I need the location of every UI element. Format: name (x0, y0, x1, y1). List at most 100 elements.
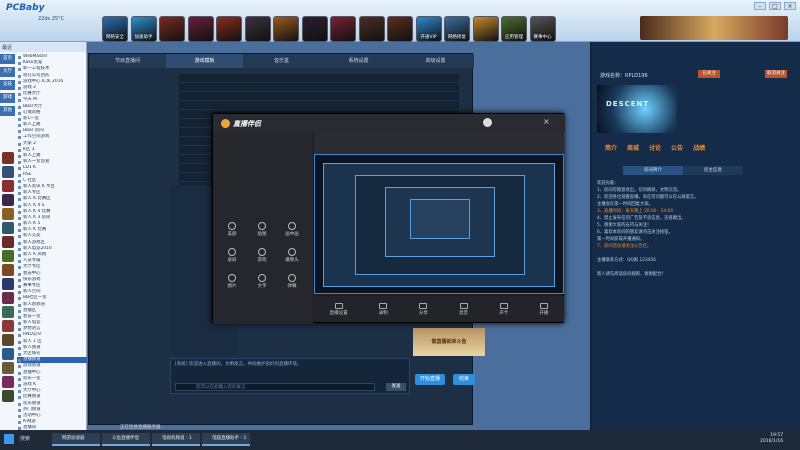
description-line (597, 264, 792, 271)
app-tile[interactable] (244, 16, 271, 42)
room-tab[interactable]: 讨论 (649, 143, 661, 155)
send-button[interactable]: 发送 (386, 383, 406, 391)
game-icon[interactable] (2, 348, 14, 360)
game-icon[interactable] (2, 306, 14, 318)
promo-banner[interactable] (640, 16, 788, 40)
game-icon[interactable] (2, 334, 14, 346)
menu-item-icon (288, 248, 296, 256)
bottom-button-icon (459, 302, 468, 309)
game-icon[interactable] (2, 236, 14, 248)
assistant-bottom-button[interactable]: 声卡 (499, 302, 508, 316)
sidebar-tab[interactable]: 首页 (0, 54, 15, 64)
taskbar-task[interactable]: 电脑直播助手 - 1 (202, 433, 250, 446)
room-segment[interactable]: 房主信息 (683, 166, 743, 175)
assistant-bottom-button[interactable]: 直播设置 (330, 302, 348, 316)
game-icon[interactable] (2, 390, 14, 402)
unfollow-button[interactable]: 取消关注 (765, 70, 787, 78)
follow-button[interactable]: 已关注 (698, 70, 720, 78)
app-tile[interactable] (301, 16, 328, 42)
app-tile[interactable] (216, 16, 242, 42)
sidebar-tab[interactable]: 大厅 (0, 67, 15, 77)
chat-input[interactable]: 您可以在此输入您的发言 (175, 383, 375, 391)
room-segment[interactable]: 房间简介 (623, 166, 683, 175)
game-icon[interactable] (2, 320, 14, 332)
assistant-menu-item[interactable]: 游戏 (251, 248, 273, 263)
app-tile[interactable] (159, 16, 185, 42)
sidebar-tab[interactable]: 其他 (0, 106, 15, 116)
sidebar-tab[interactable]: 游戏 (0, 93, 15, 103)
app-tile[interactable] (273, 16, 299, 42)
assistant-bottom-button[interactable]: 混音 (459, 302, 468, 316)
maximize-button[interactable]: □ (769, 2, 781, 10)
assistant-menu-item[interactable]: 图片 (221, 274, 243, 289)
room-tab[interactable]: 战绩 (693, 143, 705, 155)
game-icon[interactable] (2, 292, 14, 304)
assistant-bottom-button[interactable]: 开播 (539, 302, 548, 316)
game-icon[interactable] (2, 264, 14, 276)
avatar[interactable] (483, 118, 492, 127)
assistant-bottom-button[interactable]: 录制 (379, 302, 388, 316)
sidebar-tab[interactable]: 竞技 (0, 80, 15, 90)
room-tabs: 简介 商城 讨论 公告 战绩 (597, 143, 797, 155)
close-button[interactable]: × (784, 2, 796, 10)
stop-button[interactable]: 结束 (453, 374, 475, 385)
start-live-button[interactable]: 开始直播 (415, 374, 445, 385)
game-icon[interactable] (2, 152, 14, 164)
game-icon[interactable] (2, 180, 14, 192)
studio-tab[interactable]: 节目直播间 (89, 54, 166, 68)
windows-start-icon[interactable] (4, 434, 14, 444)
top-toolbar: PCBaby 22ds 25°C 网络安全 加速助手 开通VIP 网络修复 应用管理 赛事… (0, 0, 800, 42)
app-tile[interactable] (187, 16, 214, 42)
close-icon[interactable]: × (543, 117, 550, 126)
description-line: 1、房间可随意进出，切勿刷屏，文明交流。 (597, 188, 682, 193)
taskbar-task[interactable]: 斗鱼直播伴侣 (102, 433, 150, 446)
game-icon[interactable] (2, 166, 14, 178)
game-icon[interactable] (2, 250, 14, 262)
assistant-menu-item[interactable]: 画中画 (281, 222, 303, 237)
game-icon[interactable] (2, 208, 14, 220)
app-tile[interactable]: 应用管理 (501, 16, 527, 42)
assistant-menu-item[interactable]: 文字 (251, 274, 273, 289)
app-tile[interactable] (387, 16, 413, 42)
room-tab[interactable]: 商城 (627, 143, 639, 155)
game-icon[interactable] (2, 222, 14, 234)
assistant-bottom-button[interactable]: 分享 (419, 302, 428, 316)
app-tile[interactable]: 网络安全 (102, 16, 128, 42)
studio-list-row[interactable] (179, 83, 459, 92)
taskbar-search[interactable]: 搜索 (20, 433, 48, 446)
channel-sidebar: 最近 首页 大厅 竞技 游戏 其他 WebMaster Koko黑鬼 新一工程技术 现在公司团… (0, 42, 87, 437)
clock-date: 2016/1/16 (760, 439, 784, 444)
app-tile[interactable]: 开通VIP (415, 16, 442, 42)
studio-list-row[interactable] (179, 74, 459, 83)
studio-tab[interactable]: 游戏模板 (166, 54, 243, 68)
app-tile-label: 网络修复 (448, 35, 466, 40)
app-tile[interactable]: 赛事中心 (529, 16, 556, 42)
app-tile[interactable]: 加速助手 (130, 16, 157, 42)
game-icon[interactable] (2, 362, 14, 374)
taskbar-task[interactable]: 网游加速器 (52, 433, 100, 446)
studio-tab[interactable]: 系统设置 (320, 54, 397, 68)
menu-item-icon (258, 222, 266, 230)
room-tab[interactable]: 公告 (671, 143, 683, 155)
game-icon[interactable] (2, 194, 14, 206)
assistant-menu-item[interactable]: 贴图 (251, 222, 273, 237)
assistant-menu-item[interactable]: 录屏 (221, 248, 243, 263)
studio-tab[interactable]: 音乐盒 (243, 54, 320, 68)
room-tab[interactable]: 简介 (605, 143, 617, 155)
app-tile[interactable]: 网络修复 (444, 16, 470, 42)
minimize-button[interactable]: – (754, 2, 766, 10)
app-tile[interactable] (358, 16, 385, 42)
game-icon[interactable] (2, 278, 14, 290)
app-tile[interactable] (330, 16, 356, 42)
studio-tab[interactable]: 高级设置 (397, 54, 474, 68)
studio-list-row[interactable] (179, 101, 459, 110)
taskbar-task[interactable]: 电视机频道 - 1 (152, 433, 200, 446)
assistant-menu-item[interactable]: 美颜 (221, 222, 243, 237)
studio-list-row[interactable] (179, 92, 459, 101)
sidebar-tabs: 首页大厅竞技游戏其他 (0, 54, 15, 119)
assistant-menu-item[interactable]: 弹幕 (281, 274, 303, 289)
ad-banner[interactable]: 做直播就来斗鱼 (413, 328, 485, 356)
assistant-menu-item[interactable]: 摄像头 (281, 248, 303, 263)
app-tile[interactable] (472, 16, 499, 42)
game-icon[interactable] (2, 376, 14, 388)
